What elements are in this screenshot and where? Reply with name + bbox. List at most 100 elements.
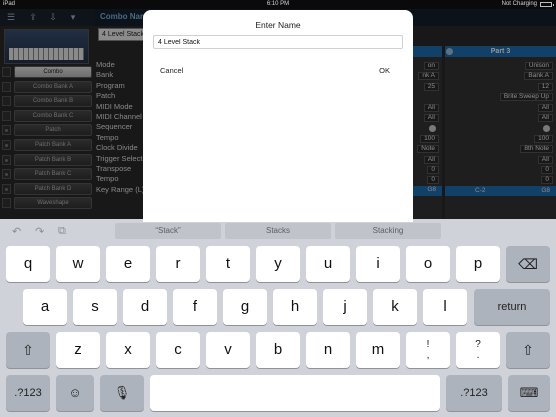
undo-icon[interactable]: ↶ bbox=[12, 225, 21, 238]
shift-icon[interactable]: ⇧ bbox=[6, 332, 50, 368]
emoji-icon[interactable]: ☺ bbox=[56, 375, 94, 411]
tempo-stepper[interactable]: 100 bbox=[534, 134, 553, 143]
key-j[interactable]: j bbox=[323, 289, 367, 325]
param-label: Key Range (L) bbox=[96, 184, 145, 194]
download-icon[interactable]: ⇩ bbox=[46, 11, 60, 23]
key-m[interactable]: m bbox=[356, 332, 400, 368]
list-item-label: Patch bbox=[14, 124, 92, 137]
list-item-combo-bank-a[interactable]: Combo Bank A bbox=[0, 80, 95, 95]
key-e[interactable]: e bbox=[106, 246, 150, 282]
list-item-patch-bank-b[interactable]: Patch Bank B bbox=[0, 153, 95, 168]
param-label: Mode bbox=[96, 60, 115, 69]
key-n[interactable]: n bbox=[306, 332, 350, 368]
key-w[interactable]: w bbox=[56, 246, 100, 282]
midi-channel-dropdown[interactable]: All bbox=[537, 113, 553, 122]
combo-name-field[interactable]: 4 Level Stack bbox=[98, 28, 144, 41]
key-g[interactable]: g bbox=[223, 289, 267, 325]
key-u[interactable]: u bbox=[306, 246, 350, 282]
list-item-waveshape[interactable]: Waveshape bbox=[0, 196, 95, 211]
key-s[interactable]: s bbox=[73, 289, 117, 325]
enter-name-dialog: Enter Name Cancel OK bbox=[143, 10, 413, 222]
space-bar[interactable] bbox=[150, 375, 440, 411]
key-o[interactable]: o bbox=[406, 246, 450, 282]
shift-icon[interactable]: ⇧ bbox=[506, 332, 550, 368]
menu-icon[interactable]: ☰ bbox=[4, 11, 18, 23]
mode-dropdown[interactable]: Unison bbox=[524, 62, 553, 70]
list-item-label: Patch Bank D bbox=[14, 182, 92, 195]
list-item-patch[interactable]: Patch bbox=[0, 123, 95, 138]
onscreen-keyboard: ↶ ↷ ⧉ “Stack” Stacks Stacking q w e r t … bbox=[0, 219, 556, 417]
key-t[interactable]: t bbox=[206, 246, 250, 282]
return-key[interactable]: return bbox=[474, 289, 550, 325]
trigger-select-dropdown[interactable]: All bbox=[537, 155, 553, 164]
grid-icon bbox=[2, 96, 11, 107]
sequencer-toggle[interactable] bbox=[543, 125, 550, 133]
shortcut-bar: ↶ ↷ ⧉ “Stack” Stacks Stacking bbox=[0, 219, 556, 243]
paste-icon[interactable]: ⧉ bbox=[58, 225, 66, 238]
key-c[interactable]: c bbox=[156, 332, 200, 368]
transpose-stepper[interactable]: 0 bbox=[541, 165, 553, 174]
key-question-period[interactable]: ? . bbox=[456, 332, 500, 368]
wave-icon bbox=[2, 198, 11, 209]
gear-icon[interactable] bbox=[446, 48, 453, 55]
suggestion-3[interactable]: Stacking bbox=[335, 223, 441, 239]
key-b[interactable]: b bbox=[256, 332, 300, 368]
key-d[interactable]: d bbox=[123, 289, 167, 325]
key-top-char: ! bbox=[426, 339, 430, 350]
key-p[interactable]: p bbox=[456, 246, 500, 282]
key-q[interactable]: q bbox=[6, 246, 50, 282]
list-item-combo-bank-b[interactable]: Combo Bank B bbox=[0, 94, 95, 109]
suggestion-1[interactable]: “Stack” bbox=[115, 223, 221, 239]
midi-mode-dropdown[interactable]: All bbox=[537, 103, 553, 112]
key-x[interactable]: x bbox=[106, 332, 150, 368]
toolbar: ☰ ⇪ ⇩ ▾ bbox=[0, 9, 95, 26]
key-i[interactable]: i bbox=[356, 246, 400, 282]
list-item-patch-bank-a[interactable]: Patch Bank A bbox=[0, 138, 95, 153]
numbers-key-right[interactable]: .?123 bbox=[446, 375, 502, 411]
patch-dropdown[interactable]: Brite Sweep Up bbox=[499, 93, 553, 102]
redo-icon[interactable]: ↷ bbox=[35, 225, 44, 238]
upload-icon[interactable]: ⇪ bbox=[26, 11, 40, 23]
ok-button[interactable]: OK bbox=[379, 66, 390, 75]
clock-divide-dropdown[interactable]: 8th Note bbox=[520, 145, 553, 154]
key-exclaim-comma[interactable]: ! , bbox=[406, 332, 450, 368]
param-label: Tempo bbox=[96, 132, 119, 142]
charging-status: Not Charging bbox=[501, 0, 554, 9]
keyboard-hide-icon[interactable]: ⌨ bbox=[508, 375, 550, 411]
param-label: Program bbox=[96, 80, 125, 90]
list-item-patch-bank-c[interactable]: Patch Bank C bbox=[0, 167, 95, 182]
list-item-combo[interactable]: Combo bbox=[0, 65, 95, 80]
list-item-label: Patch Bank C bbox=[14, 168, 92, 181]
key-top-char: ? bbox=[475, 339, 481, 350]
backspace-icon[interactable]: ⌫ bbox=[506, 246, 550, 282]
list-item-label: Combo Bank A bbox=[14, 80, 92, 93]
key-range-slider[interactable]: C-2 G8 bbox=[445, 185, 556, 197]
key-f[interactable]: f bbox=[173, 289, 217, 325]
suggestion-2[interactable]: Stacks bbox=[225, 223, 331, 239]
program-dropdown[interactable]: 12 bbox=[537, 82, 553, 91]
name-input[interactable] bbox=[153, 35, 403, 49]
key-r[interactable]: r bbox=[156, 246, 200, 282]
key-k[interactable]: k bbox=[373, 289, 417, 325]
range-high: G8 bbox=[541, 186, 550, 194]
key-h[interactable]: h bbox=[273, 289, 317, 325]
list-item-combo-bank-c[interactable]: Combo Bank C bbox=[0, 109, 95, 124]
charging-label: Not Charging bbox=[501, 1, 537, 7]
toggle-knob[interactable] bbox=[429, 125, 436, 133]
key-y[interactable]: y bbox=[256, 246, 300, 282]
key-l[interactable]: l bbox=[423, 289, 467, 325]
cancel-button[interactable]: Cancel bbox=[160, 66, 183, 75]
dialog-title: Enter Name bbox=[255, 20, 301, 30]
param-label: Clock Divide bbox=[96, 143, 138, 153]
key-z[interactable]: z bbox=[56, 332, 100, 368]
list-item-patch-bank-d[interactable]: Patch Bank D bbox=[0, 182, 95, 197]
dropdown-icon[interactable]: ▾ bbox=[66, 11, 80, 23]
tempo-stepper-2[interactable]: 0 bbox=[541, 176, 553, 185]
list-item-label: Waveshape bbox=[14, 197, 92, 210]
part-3-column: Part 3 Unison Bank A 12 Brite Sweep Up A… bbox=[445, 46, 556, 219]
numbers-key[interactable]: .?123 bbox=[6, 375, 50, 411]
mic-icon[interactable]: 🎙 bbox=[100, 375, 144, 411]
key-a[interactable]: a bbox=[23, 289, 67, 325]
key-v[interactable]: v bbox=[206, 332, 250, 368]
bank-dropdown[interactable]: Bank A bbox=[524, 72, 553, 81]
